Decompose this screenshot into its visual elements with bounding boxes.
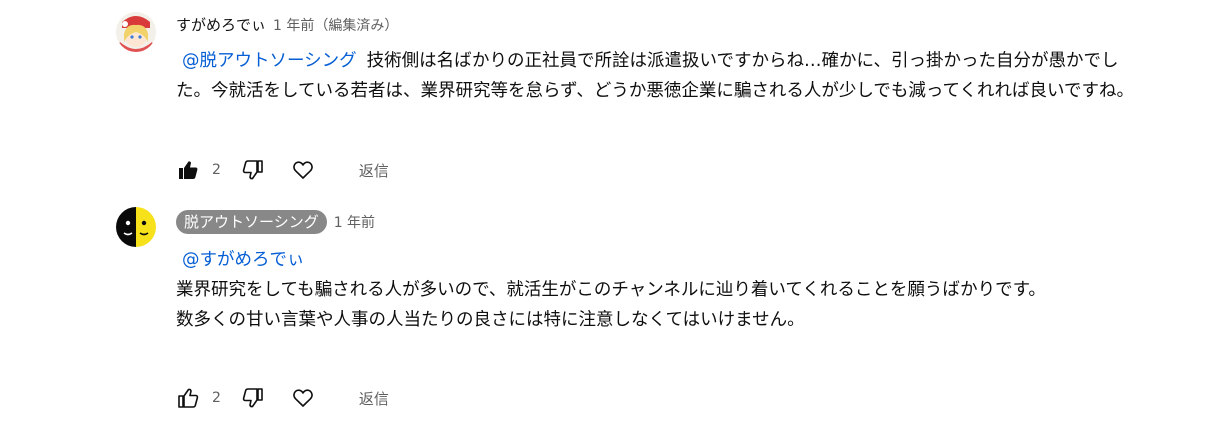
comment-timestamp[interactable]: 1 年前 — [334, 212, 375, 232]
avatar[interactable] — [116, 207, 156, 247]
comment-author[interactable]: すがめろでぃ — [176, 14, 266, 35]
comment-timestamp[interactable]: 1 年前（編集済み） — [273, 15, 398, 35]
heart-button[interactable] — [291, 158, 315, 182]
comment-body-line: 数多くの甘い言葉や人事の人当たりの良さには特に注意しなくてはいけません。 — [176, 310, 805, 330]
like-count: 2 — [212, 390, 221, 406]
thumbs-up-icon — [178, 388, 199, 408]
dislike-button[interactable] — [241, 386, 265, 410]
comment-text: @すがめろでぃ 業界研究をしても騙される人が多いので、就活生がこのチャンネルに辿… — [176, 245, 1146, 335]
thumbs-up-icon — [179, 161, 198, 179]
like-count: 2 — [212, 162, 221, 178]
mention-link[interactable]: @脱アウトソーシング — [182, 51, 357, 71]
comment-actions: 2 返信 — [176, 158, 389, 182]
heart-icon — [293, 161, 313, 179]
thumbs-down-icon — [242, 388, 263, 408]
avatar[interactable] — [116, 12, 156, 52]
like-button[interactable] — [176, 386, 200, 410]
mention-link[interactable]: @すがめろでぃ — [182, 250, 305, 270]
comment-text: @脱アウトソーシング 技術側は名ばかりの正社員で所詮は派遣扱いですからね…確かに、… — [176, 46, 1146, 106]
comment-body-line: 業界研究をしても騙される人が多いので、就活生がこのチャンネルに辿り着いてくれるこ… — [176, 280, 1046, 300]
reply-button[interactable]: 返信 — [359, 160, 389, 181]
dislike-button[interactable] — [241, 158, 265, 182]
like-button[interactable] — [176, 158, 200, 182]
thumbs-down-icon — [242, 160, 263, 180]
comment-author[interactable]: 脱アウトソーシング — [176, 210, 327, 234]
reply-button[interactable]: 返信 — [359, 388, 389, 409]
heart-icon — [293, 389, 313, 407]
heart-button[interactable] — [291, 386, 315, 410]
comment-actions: 2 返信 — [176, 386, 389, 410]
